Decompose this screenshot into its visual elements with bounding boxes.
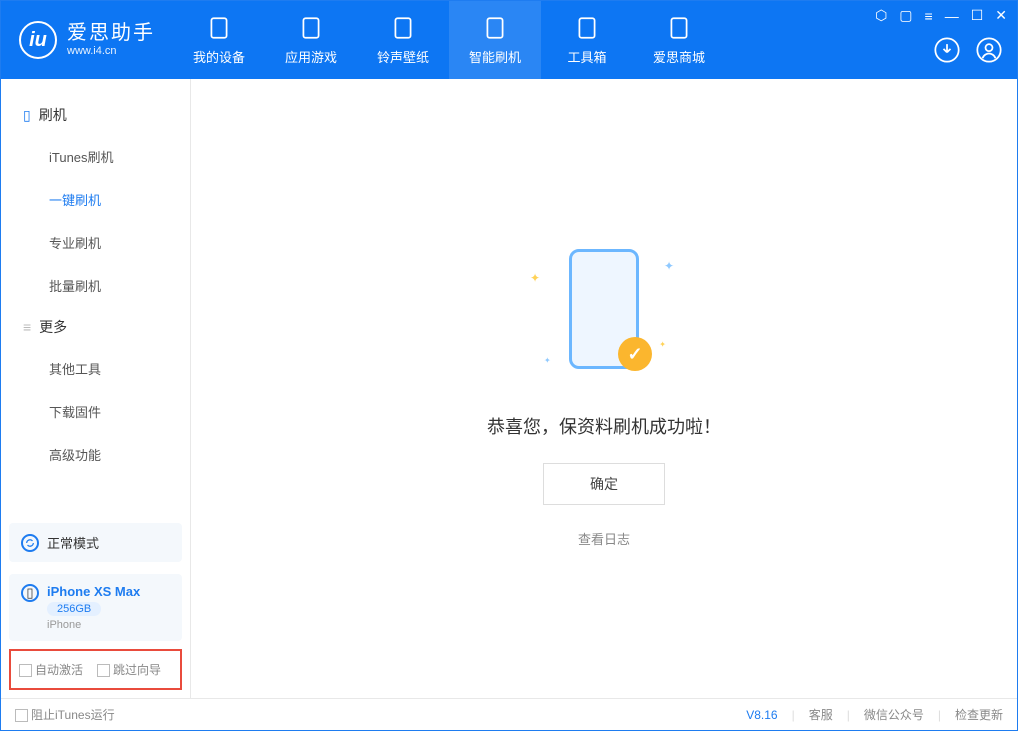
tab-icon <box>298 15 324 41</box>
support-link[interactable]: 客服 <box>809 706 833 723</box>
user-icon[interactable] <box>975 36 1003 67</box>
sidebar-item[interactable]: 高级功能 <box>1 433 190 476</box>
tab-icon <box>206 15 232 41</box>
mode-label: 正常模式 <box>47 533 99 552</box>
status-bar: 阻止iTunes运行 V8.16 | 客服 | 微信公众号 | 检查更新 <box>1 698 1017 730</box>
tab-5[interactable]: 爱思商城 <box>633 1 725 79</box>
tab-label: 铃声壁纸 <box>377 47 429 66</box>
sidebar-section-label: 更多 <box>39 317 67 337</box>
success-message: 恭喜您，保资料刷机成功啦！ <box>487 413 721 439</box>
sidebar-item[interactable]: 一键刷机 <box>1 178 190 221</box>
tab-0[interactable]: 我的设备 <box>173 1 265 79</box>
device-icon: ▯ <box>23 107 31 124</box>
brand-logo-icon: iu <box>19 21 57 59</box>
skip-guide-checkbox[interactable]: 跳过向导 <box>97 661 161 678</box>
tab-label: 应用游戏 <box>285 47 337 66</box>
wechat-link[interactable]: 微信公众号 <box>864 706 924 723</box>
block-itunes-checkbox[interactable]: 阻止iTunes运行 <box>15 706 115 723</box>
sidebar-section-flash: ▯ 刷机 <box>1 95 190 135</box>
device-type: iPhone <box>47 619 81 631</box>
maximize-icon[interactable]: ☐ <box>971 7 984 24</box>
tab-3[interactable]: 智能刷机 <box>449 1 541 79</box>
minimize-icon[interactable]: ― <box>945 8 959 24</box>
auto-activate-checkbox[interactable]: 自动激活 <box>19 661 83 678</box>
tab-4[interactable]: 工具箱 <box>541 1 633 79</box>
lock-icon[interactable]: ▢ <box>899 7 912 24</box>
brand-title: 爱思助手 <box>67 21 155 45</box>
tab-icon <box>482 15 508 41</box>
tab-1[interactable]: 应用游戏 <box>265 1 357 79</box>
close-icon[interactable]: ✕ <box>995 7 1007 24</box>
tab-icon <box>390 15 416 41</box>
sidebar-item[interactable]: 专业刷机 <box>1 221 190 264</box>
header: iu 爱思助手 www.i4.cn 我的设备 应用游戏 铃声壁纸 智能刷机 工具箱 爱思商… <box>1 1 1017 79</box>
main-content: ✦ ✦ ✦ ✦ ✓ 恭喜您，保资料刷机成功啦！ 确定 查看日志 <box>191 79 1017 698</box>
device-card[interactable]: ▯ iPhone XS Max 256GB iPhone <box>9 574 182 641</box>
sidebar-item[interactable]: 批量刷机 <box>1 264 190 307</box>
view-log-link[interactable]: 查看日志 <box>578 529 630 548</box>
phone-icon: ▯ <box>21 584 39 602</box>
device-name: iPhone XS Max <box>47 584 140 599</box>
sidebar-section-more: ≡ 更多 <box>1 307 190 347</box>
device-storage-badge: 256GB <box>47 602 101 616</box>
check-badge-icon: ✓ <box>618 337 652 371</box>
sidebar: ▯ 刷机 iTunes刷机一键刷机专业刷机批量刷机 ≡ 更多 其他工具下载固件高… <box>1 79 191 698</box>
tab-icon <box>666 15 692 41</box>
mode-card[interactable]: 正常模式 <box>9 523 182 562</box>
refresh-icon <box>21 534 39 552</box>
download-icon[interactable] <box>933 36 961 67</box>
app-window: iu 爱思助手 www.i4.cn 我的设备 应用游戏 铃声壁纸 智能刷机 工具箱 爱思商… <box>0 0 1018 731</box>
window-controls: ⬡ ▢ ≡ ― ☐ ✕ <box>875 7 1007 24</box>
header-tabs: 我的设备 应用游戏 铃声壁纸 智能刷机 工具箱 爱思商城 <box>173 1 725 79</box>
tab-label: 爱思商城 <box>653 47 705 66</box>
sidebar-item[interactable]: 下载固件 <box>1 390 190 433</box>
tab-label: 我的设备 <box>193 47 245 66</box>
version-text: V8.16 <box>746 708 777 722</box>
brand: iu 爱思助手 www.i4.cn <box>1 1 173 79</box>
tab-icon <box>574 15 600 41</box>
sidebar-item[interactable]: 其他工具 <box>1 347 190 390</box>
sidebar-item[interactable]: iTunes刷机 <box>1 135 190 178</box>
check-update-link[interactable]: 检查更新 <box>955 706 1003 723</box>
shirt-icon[interactable]: ⬡ <box>875 7 887 24</box>
list-icon: ≡ <box>23 319 31 335</box>
sidebar-section-label: 刷机 <box>39 105 67 125</box>
sidebar-footer-highlighted: 自动激活 跳过向导 <box>9 649 182 690</box>
menu-icon[interactable]: ≡ <box>925 8 933 24</box>
body: ▯ 刷机 iTunes刷机一键刷机专业刷机批量刷机 ≡ 更多 其他工具下载固件高… <box>1 79 1017 698</box>
tab-label: 智能刷机 <box>469 47 521 66</box>
tab-2[interactable]: 铃声壁纸 <box>357 1 449 79</box>
success-illustration: ✦ ✦ ✦ ✦ ✓ <box>524 229 684 389</box>
brand-subtitle: www.i4.cn <box>67 45 155 58</box>
header-right-icons <box>933 36 1003 67</box>
confirm-button[interactable]: 确定 <box>543 463 665 505</box>
tab-label: 工具箱 <box>567 47 606 66</box>
